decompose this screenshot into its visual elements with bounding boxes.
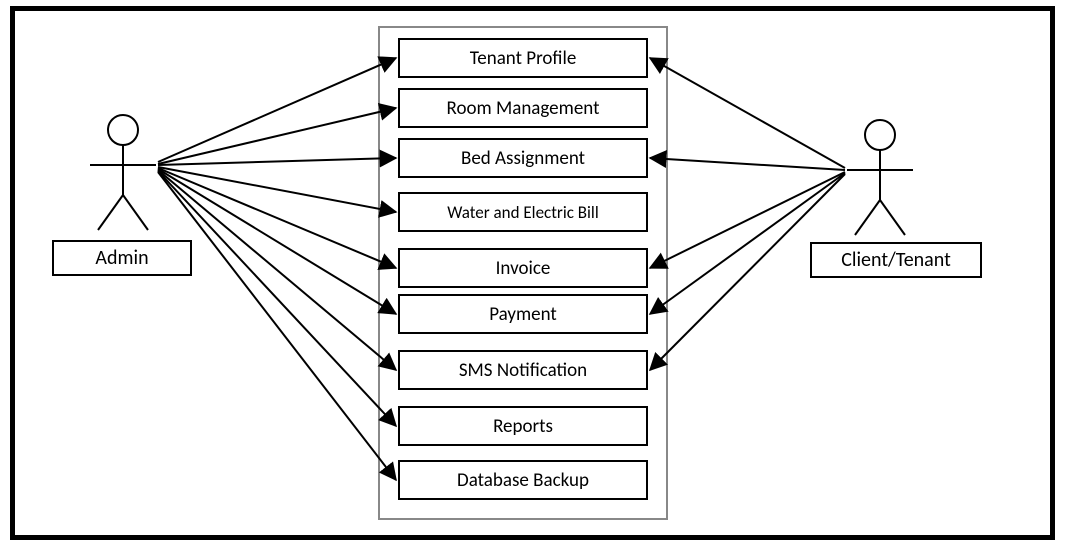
client-actor-label: Client/Tenant — [810, 242, 982, 278]
usecase-payment: Payment — [398, 294, 648, 334]
usecase-bed-assignment: Bed Assignment — [398, 138, 648, 178]
usecase-reports: Reports — [398, 406, 648, 446]
usecase-room-management: Room Management — [398, 88, 648, 128]
usecase-water-electric-bill: Water and Electric Bill — [398, 192, 648, 232]
usecase-invoice: Invoice — [398, 248, 648, 288]
admin-actor-label: Admin — [52, 240, 192, 276]
diagram-canvas: Admin Client/Tenant Tenant Profile Room … — [0, 0, 1066, 552]
usecase-tenant-profile: Tenant Profile — [398, 38, 648, 78]
usecase-database-backup: Database Backup — [398, 460, 648, 500]
usecase-sms-notification: SMS Notification — [398, 350, 648, 390]
